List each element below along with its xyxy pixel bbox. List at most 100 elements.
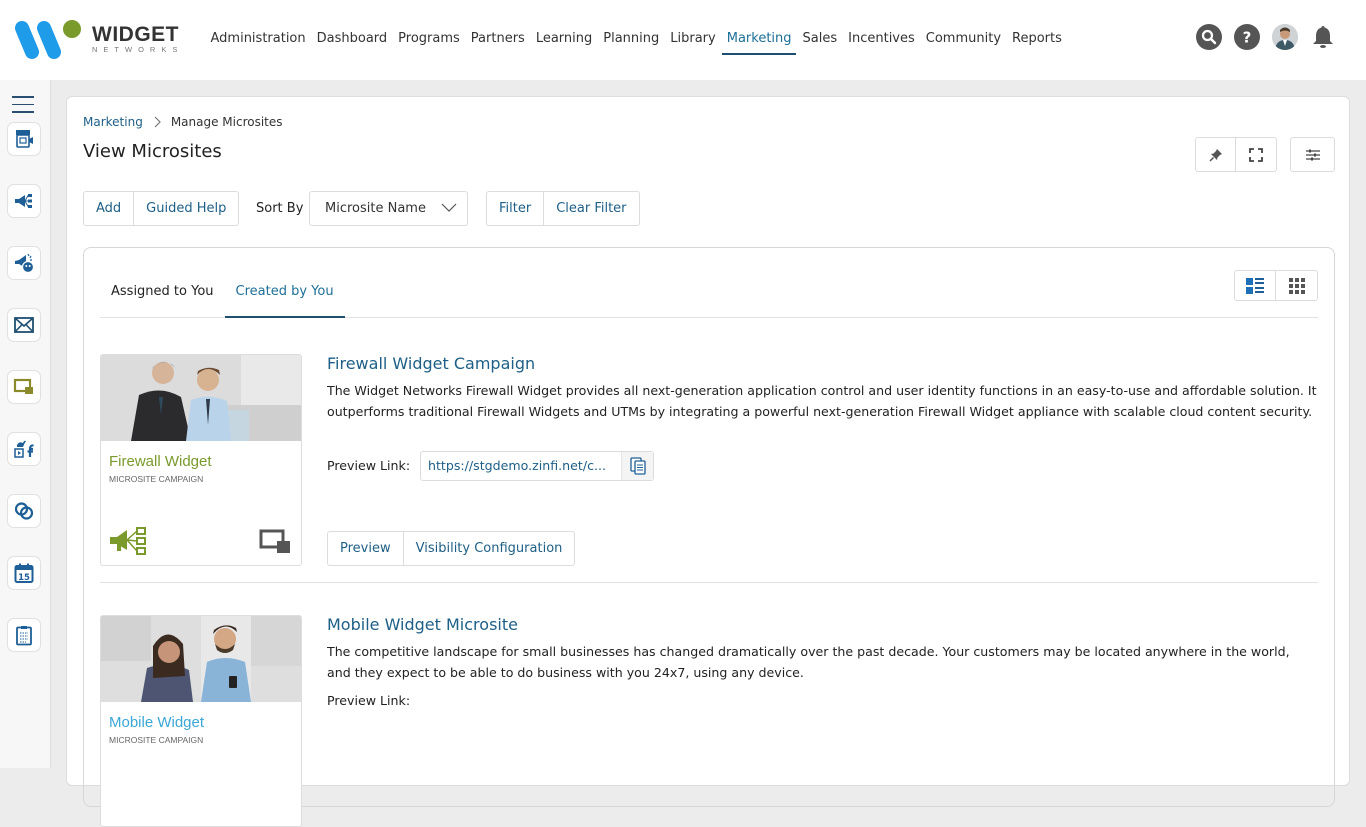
thumbnail-title: Mobile Widget [109, 714, 205, 731]
nav-reports[interactable]: Reports [1007, 0, 1068, 80]
microsite-thumbnail[interactable]: Firewall Widget MICROSITE CAMPAIGN [100, 354, 302, 566]
breadcrumb-marketing-link[interactable]: Marketing [83, 115, 143, 129]
calendar-icon: 15 [14, 563, 34, 583]
fullscreen-button[interactable] [1236, 138, 1276, 171]
sidebar-item-links[interactable] [7, 494, 41, 528]
nav-community[interactable]: Community [920, 0, 1006, 80]
hamburger-menu-button[interactable] [12, 96, 34, 114]
microsite-screen-icon [259, 529, 290, 553]
chevron-right-icon [154, 116, 161, 128]
preview-link-field: https://stgdemo.zinfi.net/c... [420, 451, 654, 481]
nav-partners[interactable]: Partners [465, 0, 530, 80]
search-button[interactable] [1196, 24, 1222, 50]
logo-mark-icon [15, 20, 81, 59]
settings-tools [1290, 137, 1335, 172]
sort-by-label: Sort By [256, 201, 304, 216]
campaign-megaphone-icon [110, 527, 146, 555]
thumbnail-subtitle: MICROSITE CAMPAIGN [109, 474, 204, 484]
microsite-description: The competitive landscape for small busi… [327, 644, 1290, 680]
user-photo-icon [1272, 24, 1298, 50]
clipboard-icon [16, 626, 32, 646]
microsite-title-link[interactable]: Mobile Widget Microsite [327, 615, 518, 634]
view-mode-toggle [1234, 270, 1318, 301]
nav-incentives[interactable]: Incentives [843, 0, 921, 80]
visibility-configuration-button[interactable]: Visibility Configuration [404, 532, 575, 565]
people-with-phones-photo [101, 616, 301, 702]
preview-link-label: Preview Link: [327, 693, 411, 708]
svg-text:?: ? [1243, 29, 1252, 45]
sidebar-item-tasks[interactable] [7, 618, 41, 652]
nav-learning[interactable]: Learning [530, 0, 597, 80]
copy-icon [629, 457, 646, 475]
tab-created-by-you[interactable]: Created by You [224, 270, 345, 318]
sidebar-item-social-media[interactable] [7, 432, 41, 466]
add-button[interactable]: Add [84, 192, 135, 225]
tab-bar: Assigned to You Created by You [100, 270, 1318, 318]
nav-library[interactable]: Library [665, 0, 721, 80]
item-divider [100, 582, 1318, 583]
preview-link-label: Preview Link: [327, 458, 411, 473]
storefront-marketing-icon [16, 130, 33, 148]
left-sidebar: 15 [0, 80, 51, 768]
settings-button[interactable] [1291, 138, 1334, 171]
microsite-actions: Preview Visibility Configuration [327, 531, 576, 566]
widget-networks-logo[interactable]: WIDGET NETWORKS [14, 18, 184, 64]
list-view-button[interactable] [1235, 271, 1276, 300]
help-icon: ? [1243, 29, 1252, 45]
guided-help-button[interactable]: Guided Help [134, 192, 238, 225]
thumbnail-title: Firewall Widget [109, 453, 212, 470]
notification-bell-icon [1313, 26, 1333, 48]
microsite-description: The Widget Networks Firewall Widget prov… [327, 383, 1317, 419]
main-content: Marketing Manage Microsites View Microsi… [66, 96, 1350, 827]
main-nav: Administration Dashboard Programs Partne… [205, 0, 1067, 80]
grid-view-button[interactable] [1276, 271, 1317, 300]
sort-by-value: Microsite Name [325, 201, 426, 216]
nav-programs[interactable]: Programs [393, 0, 466, 80]
filter-button[interactable]: Filter [487, 192, 545, 225]
business-people-photo [101, 355, 301, 441]
svg-text:15: 15 [18, 573, 30, 583]
sidebar-item-storefront[interactable] [7, 122, 41, 156]
clear-filter-button[interactable]: Clear Filter [544, 192, 638, 225]
microsite-thumbnail-image [101, 616, 301, 702]
link-icon [14, 502, 34, 520]
breadcrumb: Marketing Manage Microsites [83, 115, 283, 129]
preview-link-input[interactable]: https://stgdemo.zinfi.net/c... [421, 452, 621, 480]
nav-marketing[interactable]: Marketing [721, 0, 797, 80]
help-button[interactable]: ? [1234, 24, 1260, 50]
microsite-list-panel: Assigned to You Created by You Firewall … [83, 247, 1335, 827]
sidebar-item-calendar[interactable]: 15 [7, 556, 41, 590]
nav-planning[interactable]: Planning [598, 0, 665, 80]
search-icon [1201, 29, 1217, 45]
nav-dashboard[interactable]: Dashboard [311, 0, 393, 80]
microsite-title-link[interactable]: Firewall Widget Campaign [327, 354, 535, 373]
page-title: View Microsites [83, 141, 222, 162]
logo-wordmark: WIDGET [92, 23, 179, 46]
sidebar-item-campaigns[interactable] [7, 184, 41, 218]
tab-assigned-to-you[interactable]: Assigned to You [100, 270, 225, 317]
microsite-icon [13, 378, 33, 394]
fullscreen-icon [1249, 147, 1263, 162]
pin-button[interactable] [1196, 138, 1236, 171]
microsite-list-item: Mobile Widget MICROSITE CAMPAIGN Mobile … [100, 615, 1318, 827]
chevron-down-icon [441, 203, 457, 212]
user-avatar[interactable] [1272, 24, 1298, 50]
filter-group: Filter Clear Filter [486, 191, 640, 226]
microsite-list-item: Firewall Widget MICROSITE CAMPAIGN Firew… [100, 354, 1318, 583]
microsite-thumbnail[interactable]: Mobile Widget MICROSITE CAMPAIGN [100, 615, 302, 827]
email-icon [14, 317, 34, 333]
list-view-icon [1246, 277, 1264, 294]
sidebar-item-email[interactable] [7, 308, 41, 342]
megaphone-campaign-icon [15, 194, 32, 208]
header-actions: ? [1196, 24, 1336, 50]
nav-sales[interactable]: Sales [797, 0, 843, 80]
nav-administration[interactable]: Administration [205, 0, 311, 80]
page-tools [1195, 137, 1277, 172]
microsite-thumbnail-image [101, 355, 301, 441]
sort-by-select[interactable]: Microsite Name [309, 191, 468, 226]
copy-link-button[interactable] [621, 452, 653, 480]
notifications-button[interactable] [1310, 24, 1336, 50]
sidebar-item-social-campaigns[interactable] [7, 246, 41, 280]
sidebar-item-microsites[interactable] [7, 370, 41, 404]
preview-button[interactable]: Preview [328, 532, 404, 565]
